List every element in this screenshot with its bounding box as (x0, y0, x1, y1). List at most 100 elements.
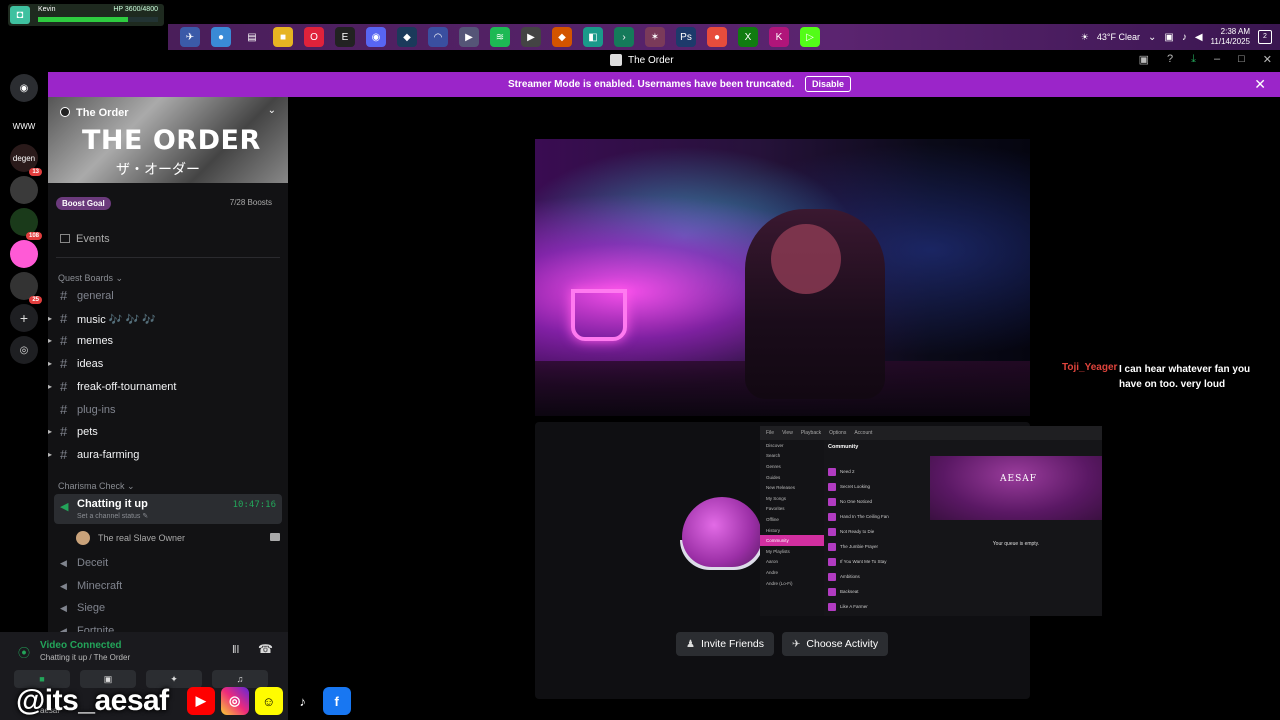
add-server-icon[interactable]: + (10, 304, 38, 332)
server-icon-2[interactable] (10, 176, 38, 204)
category-quest-boards[interactable]: Quest Boards ⌄ (58, 273, 123, 284)
minimize-button[interactable]: – (1214, 53, 1220, 66)
epic-games-icon[interactable]: E (335, 27, 355, 47)
channel-item[interactable]: # general (48, 287, 288, 307)
web-icon[interactable]: ✶ (645, 27, 665, 47)
events-item[interactable]: Events (60, 233, 110, 245)
music-app-menubar: File View Playback Options Account (760, 426, 1102, 440)
discord-home-icon[interactable]: ◉ (10, 74, 38, 102)
album-thumb-icon (828, 587, 836, 596)
play-icon[interactable]: ▶ (521, 27, 541, 47)
chevron-down-icon[interactable]: ⌄ (268, 105, 276, 116)
activity-illustration-icon (682, 497, 762, 567)
channel-name: general (77, 290, 114, 302)
server-icon-3[interactable]: 108 (10, 208, 42, 240)
weather-text[interactable]: 43°F Clear (1097, 32, 1140, 42)
hash-icon: # (60, 401, 68, 417)
voice-channel-item[interactable]: ◀ Minecraft (48, 577, 288, 597)
chevron-right-icon: ▸ (48, 359, 53, 369)
voice-location[interactable]: Chatting it up / The Order (40, 653, 130, 662)
server-name[interactable]: The Order (76, 107, 129, 119)
chrome-icon[interactable]: ● (707, 27, 727, 47)
discord-icon[interactable]: ◉ (366, 27, 386, 47)
video-connected-label[interactable]: Video Connected (40, 640, 122, 651)
chevron-up-icon[interactable]: ⌄ (1148, 32, 1156, 43)
boost-count[interactable]: 7/28 Boosts (230, 198, 272, 207)
noise-suppression-icon[interactable]: ǁǀ (232, 644, 239, 656)
voice-channel-item[interactable]: ◀ Siege (48, 599, 288, 619)
photoshop-icon[interactable]: Ps (676, 27, 696, 47)
server-icon-1[interactable]: degen 13 (10, 144, 42, 176)
add-user-icon: ♟ (686, 638, 695, 650)
hash-icon: # (60, 310, 68, 326)
category-charisma-check[interactable]: Charisma Check ⌄ (58, 481, 135, 492)
boost-goal-badge[interactable]: Boost Goal (56, 197, 111, 210)
clock[interactable]: 2:38 AM 11/14/2025 (1211, 27, 1250, 47)
obs-icon[interactable]: ◠ (428, 27, 448, 47)
channel-item[interactable]: ▸ # ideas (48, 355, 288, 375)
song-row: Need 2 (826, 464, 926, 479)
events-label: Events (76, 233, 110, 245)
download-icon[interactable]: ⤓ (1191, 53, 1196, 66)
voice-channel-item[interactable]: ◀ Deceit (48, 554, 288, 574)
spotify-icon[interactable]: ≋ (490, 27, 510, 47)
opera-icon[interactable]: O (304, 27, 324, 47)
disable-button[interactable]: Disable (805, 76, 852, 92)
task-view-icon[interactable]: ▤ (242, 27, 262, 47)
maximize-button[interactable]: □ (1238, 53, 1245, 66)
song-row: Secret Looking (826, 479, 926, 494)
inbox-icon[interactable]: ▣ (1139, 53, 1149, 66)
steam-icon[interactable]: ◆ (397, 27, 417, 47)
media-icon[interactable]: ▶ (459, 27, 479, 47)
close-window-button[interactable]: ✕ (1263, 53, 1272, 66)
music-nav-item: Andre (Lo-Fi) (766, 580, 793, 586)
channel-item[interactable]: # plug-ins (48, 401, 288, 421)
app-icon[interactable]: ◧ (583, 27, 603, 47)
player-title: AESAF (1000, 474, 1037, 484)
camera-icon: ■ (39, 674, 45, 684)
xbox-icon[interactable]: X (738, 27, 758, 47)
help-icon[interactable]: ? (1167, 53, 1173, 66)
clock-time: 2:38 AM (1220, 27, 1250, 36)
channel-item[interactable]: ▸ # pets (48, 423, 288, 443)
rocket-icon: ✈ (792, 638, 801, 650)
neon-mug-icon (571, 289, 627, 341)
server-icon-4[interactable] (10, 240, 38, 268)
voice-channel-active[interactable]: ◀ Chatting it up Set a channel status ✎ … (54, 494, 282, 524)
fox-icon[interactable]: ◆ (552, 27, 572, 47)
explore-icon[interactable]: ◎ (10, 336, 38, 364)
arrow-app-icon[interactable]: ▷ (800, 27, 820, 47)
invite-friends-button[interactable]: ♟ Invite Friends (676, 632, 774, 656)
song-row: Like A Farmer (826, 599, 926, 614)
network-icon[interactable]: ▣ (1164, 32, 1173, 43)
album-thumb-icon (828, 497, 836, 506)
mic-icon[interactable]: ♪ (1182, 32, 1187, 43)
close-icon[interactable]: ✕ (1254, 76, 1266, 93)
volume-icon[interactable]: ◀ (1195, 32, 1203, 43)
channel-item[interactable]: ▸ # freak-off-tournament (48, 378, 288, 398)
terminal-icon[interactable]: › (614, 27, 634, 47)
server-icon-5[interactable]: 25 (10, 272, 42, 304)
song-title: Like A Farmer (840, 604, 868, 609)
taskbar-apps: ✈ ● ▤ ■ O E ◉ ◆ ◠ ▶ ≋ ▶ ◆ ◧ › ✶ Ps ● X K ▷ (168, 27, 831, 47)
channel-item[interactable]: ▸ # music 🎶 🎶 🎶 (48, 310, 288, 330)
folder-icon[interactable]: ■ (273, 27, 293, 47)
menu-item: Account (854, 430, 873, 436)
wrench-icon[interactable]: ✈ (180, 27, 200, 47)
server-icon-0[interactable]: WWW (10, 112, 38, 140)
kick-icon[interactable]: K (769, 27, 789, 47)
disconnect-icon[interactable]: ☎ (258, 642, 273, 656)
choose-activity-button[interactable]: ✈ Choose Activity (782, 632, 889, 656)
globe-icon[interactable]: ● (211, 27, 231, 47)
channel-status[interactable]: Set a channel status ✎ (77, 512, 148, 520)
hash-icon: # (60, 288, 68, 303)
video-tile[interactable] (535, 139, 1030, 416)
weather-icon[interactable]: ☀ (1081, 32, 1089, 43)
notification-badge[interactable]: 2 (1258, 30, 1272, 44)
calendar-icon (60, 234, 70, 243)
voice-user[interactable]: The real Slave Owner (76, 531, 280, 545)
menu-item: Options (829, 430, 847, 436)
channel-item[interactable]: ▸ # aura-farming (48, 446, 288, 466)
system-tray: ☀ 43°F Clear ⌄ ▣ ♪ ◀ 2:38 AM 11/14/2025 … (1081, 27, 1280, 47)
channel-item[interactable]: ▸ # memes (48, 332, 288, 352)
